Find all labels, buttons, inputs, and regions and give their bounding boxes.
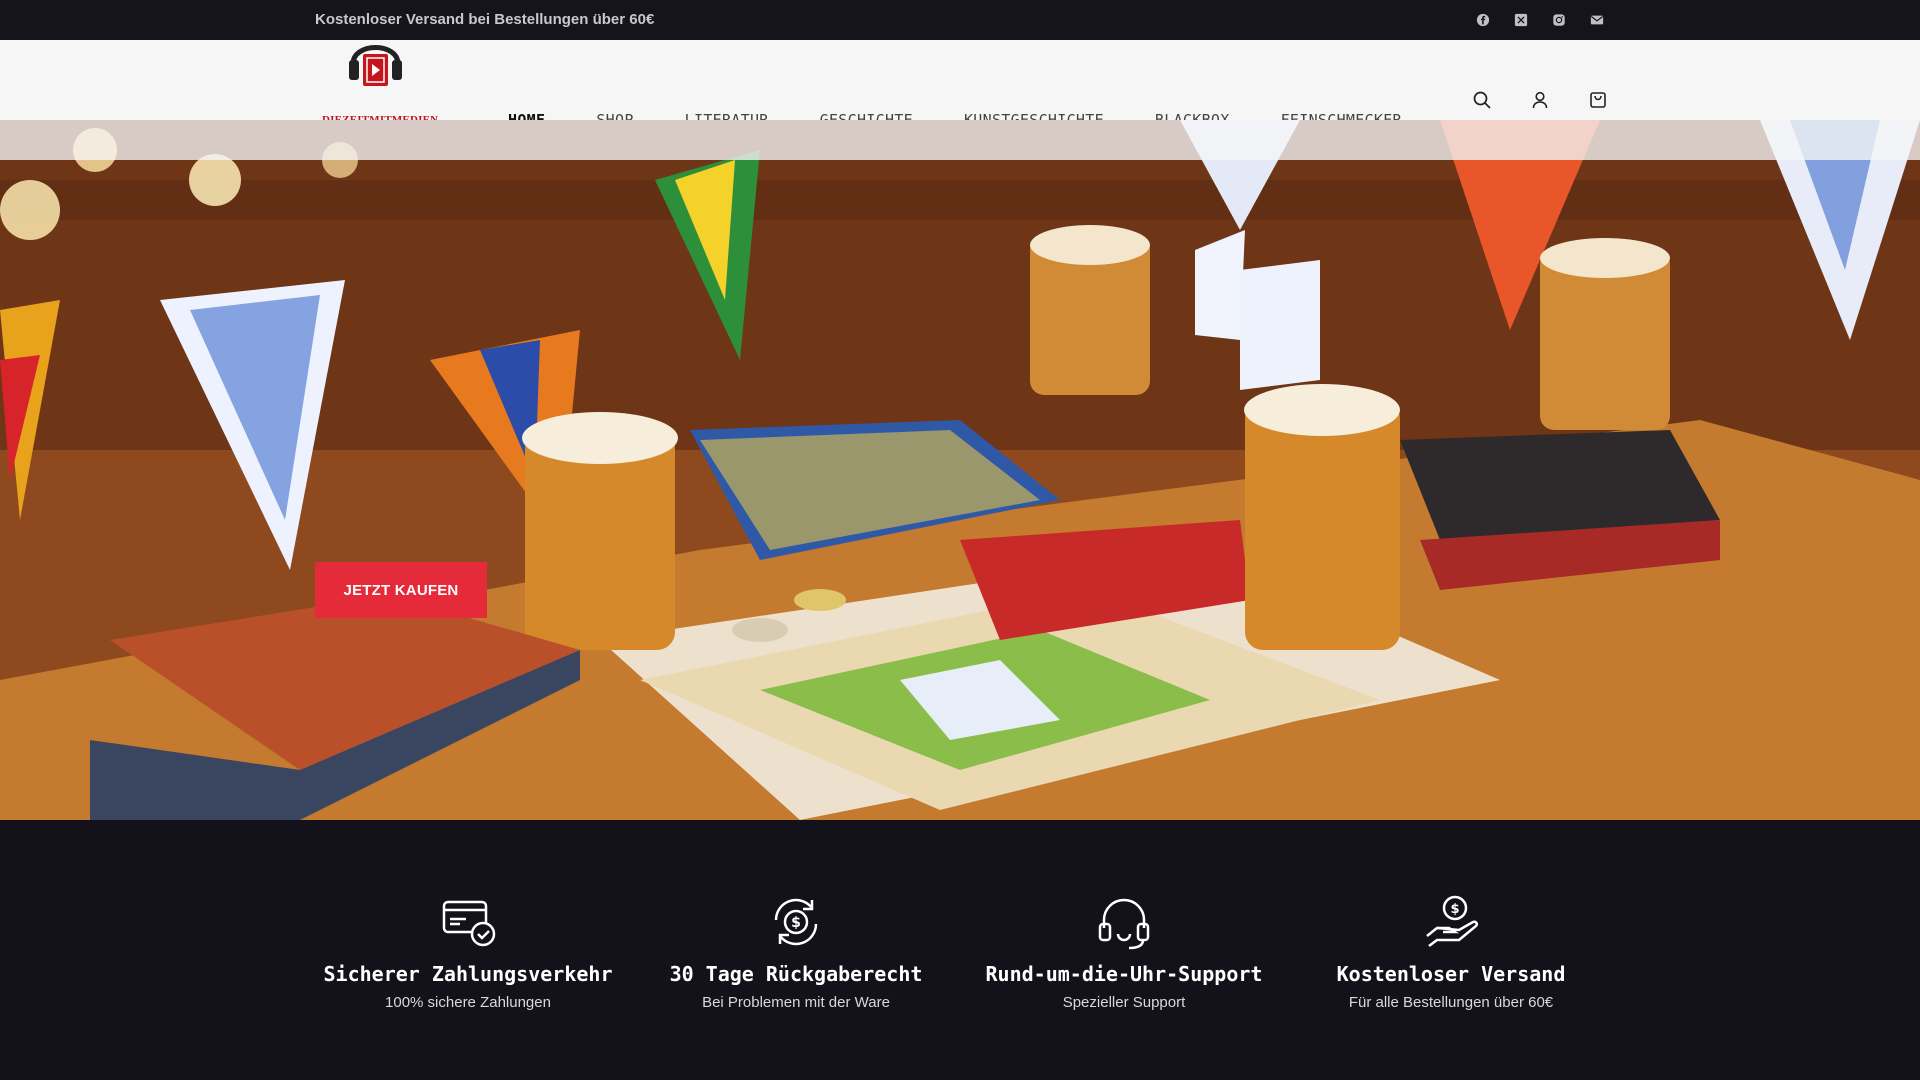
feature-subtitle: 100% sichere Zahlungen	[385, 994, 551, 1011]
hand-money-icon: $	[1426, 895, 1479, 947]
search-icon[interactable]	[1472, 90, 1494, 112]
svg-text:$: $	[1450, 902, 1459, 917]
feature-support: Rund-um-die-Uhr-Support Spezieller Suppo…	[964, 820, 1284, 1011]
features-strip: Sicherer Zahlungsverkehr 100% sichere Za…	[0, 820, 1920, 1080]
hero-image	[0, 120, 1920, 820]
facebook-icon[interactable]	[1475, 12, 1491, 28]
site-logo[interactable]	[318, 22, 438, 110]
secure-payment-icon	[442, 900, 496, 947]
feature-subtitle: Für alle Bestellungen über 60€	[1348, 994, 1554, 1011]
feature-returns: $ 30 Tage Rückgaberecht Bei Problemen mi…	[636, 820, 956, 1011]
top-bar: Kostenloser Versand bei Bestellungen übe…	[0, 0, 1920, 40]
hero-banner: JETZT KAUFEN	[0, 120, 1920, 820]
money-return-icon: $	[774, 898, 818, 946]
account-icon[interactable]	[1530, 90, 1552, 112]
feature-subtitle: Bei Problemen mit der Ware	[702, 994, 890, 1011]
buy-now-button[interactable]: JETZT KAUFEN	[315, 562, 487, 618]
header-overlay	[0, 120, 1920, 160]
mail-icon[interactable]	[1589, 12, 1605, 28]
feature-title: Sicherer Zahlungsverkehr	[323, 962, 613, 986]
header-actions	[1472, 90, 1610, 112]
x-twitter-icon[interactable]	[1513, 12, 1529, 28]
social-links	[1475, 12, 1605, 28]
feature-free-shipping: $ Kostenloser Versand Für alle Bestellun…	[1291, 820, 1611, 1011]
site-header: HOME SHOP LITERATUR GESCHICHTE KUNSTGESC…	[0, 40, 1920, 136]
instagram-icon[interactable]	[1551, 12, 1567, 28]
feature-title: Kostenloser Versand	[1336, 962, 1566, 986]
headset-support-icon	[1098, 898, 1150, 950]
feature-subtitle: Spezieller Support	[1062, 994, 1186, 1011]
feature-secure-payment: Sicherer Zahlungsverkehr 100% sichere Za…	[308, 820, 628, 1011]
cart-icon[interactable]	[1588, 90, 1610, 112]
feature-title: Rund-um-die-Uhr-Support	[985, 962, 1263, 986]
feature-title: 30 Tage Rückgaberecht	[669, 962, 923, 986]
svg-text:$: $	[791, 915, 801, 931]
